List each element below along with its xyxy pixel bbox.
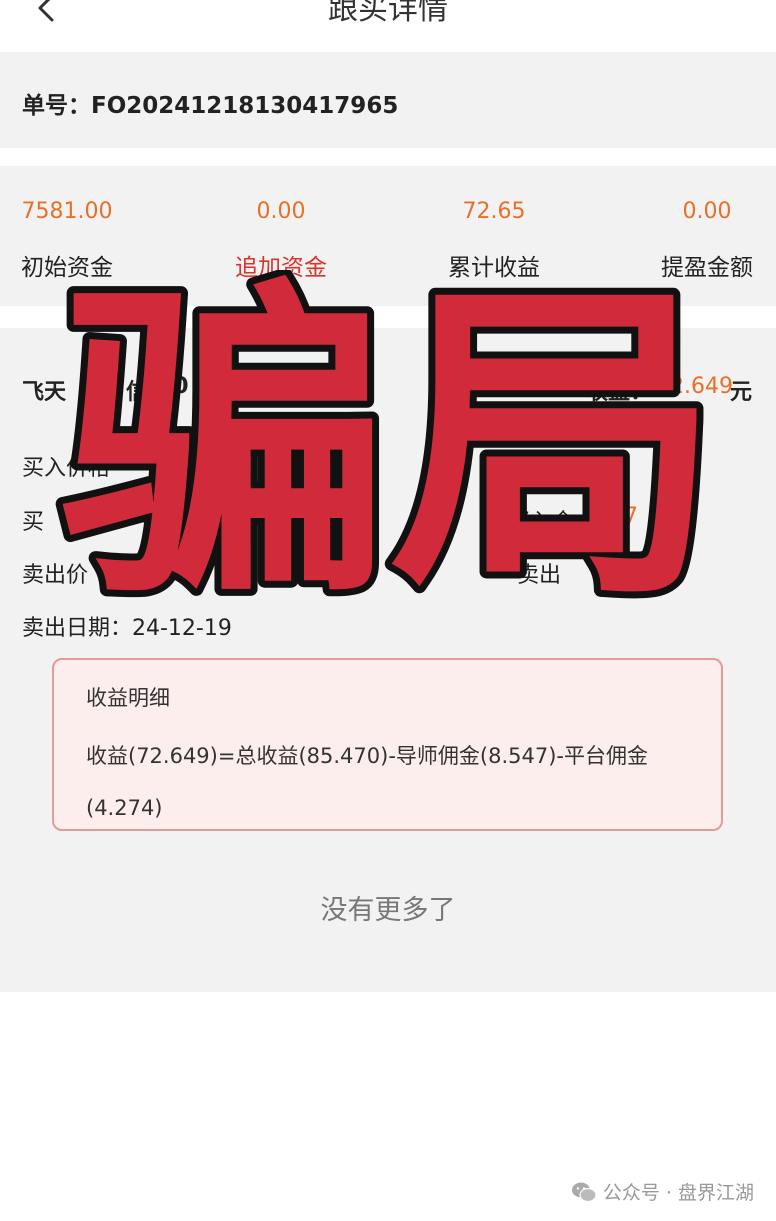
stat-label: 追加资金 bbox=[235, 255, 327, 281]
buy-price-label: 买入价格 bbox=[22, 456, 111, 481]
buy-label: 买 bbox=[22, 510, 45, 535]
watermark: 公众号 · 盘界江湖 bbox=[571, 1178, 754, 1205]
stat-label: 初始资金 bbox=[21, 255, 113, 281]
trade-detail-panel: 飞天 信 00 收益： 72.649 元 买入价格 数量： 买 买入金 7 卖出… bbox=[0, 328, 776, 992]
buy-amount-label: 买入金 bbox=[508, 510, 575, 535]
stat-label: 提盈金额 bbox=[661, 255, 753, 281]
page: 跟买详情 单号：FO20241218130417965 7581.00 初始资金… bbox=[0, 0, 776, 1221]
stat-value: 0.00 bbox=[682, 199, 732, 224]
stock-name-fragment: 信 bbox=[126, 380, 149, 405]
sell-price-label: 卖出价 bbox=[22, 563, 89, 588]
stat-label: 累计收益 bbox=[448, 255, 540, 281]
no-more-text: 没有更多了 bbox=[320, 895, 456, 926]
stat-value: 7581.00 bbox=[21, 199, 113, 224]
page-title: 跟买详情 bbox=[328, 0, 448, 27]
divider bbox=[0, 306, 776, 328]
order-number: 单号：FO20241218130417965 bbox=[22, 93, 399, 119]
income-unit: 元 bbox=[730, 380, 753, 405]
sell-amount-label: 卖出 bbox=[517, 563, 562, 588]
income-breakdown-box: 收益明细 收益(72.649)=总收益(85.470)-导师佣金(8.547)-… bbox=[52, 658, 723, 831]
quantity-label: 数量： bbox=[566, 456, 633, 481]
sell-amount-value: 0 bbox=[660, 557, 674, 582]
buy-amount-value: 7 bbox=[624, 504, 638, 529]
breakdown-heading: 收益明细 bbox=[86, 686, 170, 710]
order-number-bar: 单号：FO20241218130417965 bbox=[0, 52, 776, 148]
wechat-icon bbox=[571, 1182, 597, 1202]
stock-name-fragment: 飞天 bbox=[22, 380, 67, 405]
watermark-text: 公众号 · 盘界江湖 bbox=[602, 1182, 754, 1204]
income-label: 收益： bbox=[586, 380, 653, 405]
income-value: 72.649 bbox=[656, 374, 733, 399]
stat-value: 72.65 bbox=[462, 199, 526, 224]
stat-value: 0.00 bbox=[256, 199, 306, 224]
nav-bar: 跟买详情 bbox=[0, 0, 776, 52]
divider bbox=[0, 148, 776, 166]
sell-date: 卖出日期：24-12-19 bbox=[22, 616, 232, 641]
breakdown-formula: 收益(72.649)=总收益(85.470)-导师佣金(8.547)-平台佣金(… bbox=[86, 744, 648, 820]
stock-code-fragment: 00 bbox=[158, 374, 189, 399]
stats-panel: 7581.00 初始资金 0.00 追加资金 72.65 累计收益 0.00 提… bbox=[0, 166, 776, 306]
sell-price-value: 0 bbox=[184, 557, 198, 582]
